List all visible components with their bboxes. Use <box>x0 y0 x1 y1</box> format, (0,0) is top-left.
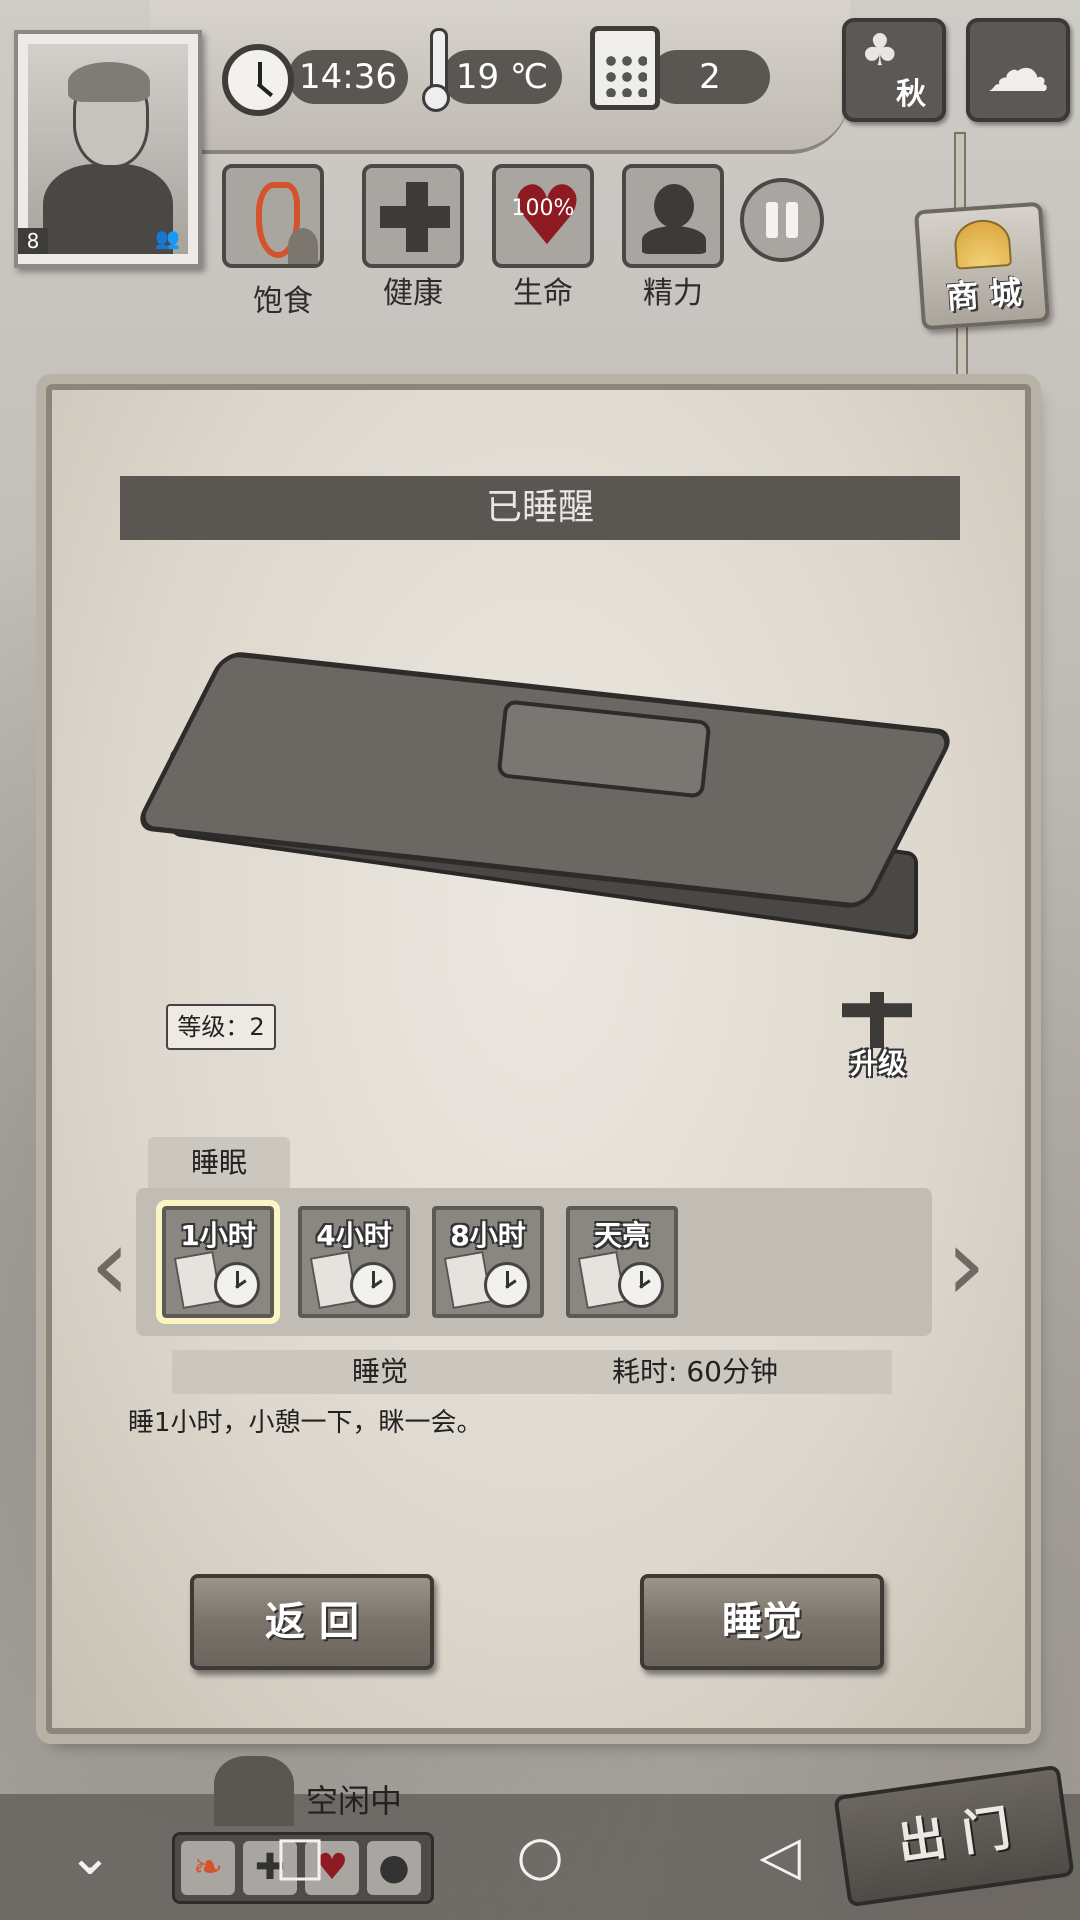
sleep-option-8h[interactable]: 8小时 <box>432 1206 544 1318</box>
clock-icon <box>222 44 294 116</box>
back-button[interactable]: 返 回 <box>190 1574 434 1670</box>
sleep-info-row: 睡觉 耗时: 60分钟 <box>172 1350 892 1394</box>
thermometer-icon <box>422 28 450 112</box>
friends-icon[interactable]: 👥 <box>155 226 183 252</box>
shell-icon <box>952 218 1013 270</box>
pause-button[interactable] <box>740 178 824 262</box>
clock-icon <box>484 1262 530 1308</box>
bed-level-tag: 等级：2 <box>166 1004 276 1050</box>
weather-button[interactable]: ☁ <box>966 18 1070 122</box>
season-button[interactable]: ♣ 秋 <box>842 18 946 122</box>
health-label: 健康 <box>383 276 443 311</box>
avatar <box>28 44 188 254</box>
next-arrow-icon[interactable]: › <box>946 1210 986 1320</box>
sleep-option-4h[interactable]: 4小时 <box>298 1206 410 1318</box>
temperature-display: 19 ℃ <box>442 50 562 104</box>
previous-arrow-icon[interactable]: ‹ <box>90 1210 130 1320</box>
hunger-status[interactable] <box>222 164 324 268</box>
moon-icon <box>618 1262 664 1308</box>
health-status[interactable] <box>362 164 464 268</box>
stomach-icon: ❧ <box>181 1841 235 1895</box>
bed-image <box>132 650 958 941</box>
mini-avatar[interactable] <box>214 1756 294 1826</box>
idle-status: 空闲中 <box>306 1782 403 1820</box>
action-name: 睡觉 <box>352 1355 409 1388</box>
player-level-badge: 8 <box>18 228 48 254</box>
recent-apps-icon[interactable]: □ <box>260 1826 340 1886</box>
panel-title: 已睡醒 <box>120 476 960 540</box>
cloud-icon: ☁ <box>986 33 1050 107</box>
person-icon <box>654 184 694 228</box>
shop-label: 商 城 <box>945 273 1023 317</box>
energy-label: 精力 <box>643 276 703 311</box>
hammer-icon <box>842 992 912 1048</box>
day-display: 2 <box>650 50 770 104</box>
life-value: 100% <box>511 196 575 221</box>
sleep-description: 睡1小时，小憩一下，眯一会。 <box>128 1408 483 1438</box>
duration-text: 耗时: 60分钟 <box>612 1355 778 1388</box>
companion-icon <box>288 228 318 264</box>
sleep-button[interactable]: 睡觉 <box>640 1574 884 1670</box>
shop-button[interactable]: 商 城 <box>913 201 1051 331</box>
clock-icon <box>350 1262 396 1308</box>
clock-icon <box>214 1262 260 1308</box>
person-icon: ● <box>367 1841 421 1895</box>
upgrade-button[interactable]: 升级 <box>836 992 920 1082</box>
energy-status[interactable] <box>622 164 724 268</box>
chevron-down-icon[interactable]: ⌄ <box>50 1826 130 1886</box>
sleep-option-dawn[interactable]: 天亮 <box>566 1206 678 1318</box>
upgrade-label: 升级 <box>849 1047 906 1080</box>
life-label: 生命 <box>513 276 573 311</box>
life-status[interactable]: ♥ 100% <box>492 164 594 268</box>
home-icon[interactable]: ○ <box>500 1826 580 1886</box>
sleep-option-1h[interactable]: 1小时 <box>156 1200 280 1324</box>
time-display: 14:36 <box>288 50 408 104</box>
season-label: 秋 <box>896 77 926 112</box>
hunger-label: 饱食 <box>253 284 313 319</box>
calendar-icon <box>590 26 660 110</box>
back-nav-icon[interactable]: ◁ <box>740 1826 820 1886</box>
maple-leaf-icon: ♣ <box>860 25 900 76</box>
tab-sleep[interactable]: 睡眠 <box>148 1137 290 1189</box>
